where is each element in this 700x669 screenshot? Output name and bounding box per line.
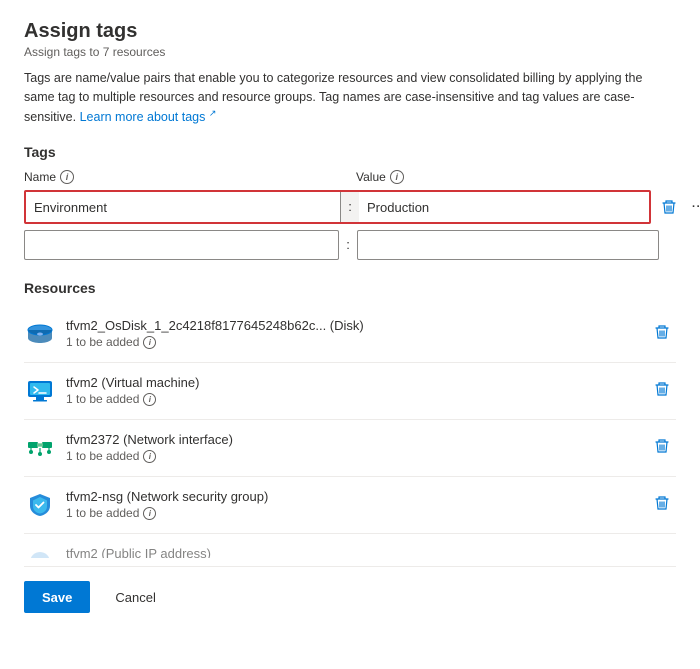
tag-row-1-actions: ··· [655,193,700,221]
resource-status-nic: 1 to be added i [66,449,648,463]
page-subtitle: Assign tags to 7 resources [24,45,676,59]
tags-column-headers: Name i Value i [24,170,676,184]
empty-tag-wrapper: : [24,230,659,260]
resource-info-icon-nsg[interactable]: i [143,507,156,520]
resource-status-vm: 1 to be added i [66,392,648,406]
resource-item-disk: tfvm2_OsDisk_1_2c4218f8177645248b62c... … [24,306,676,363]
resource-info-icon-disk[interactable]: i [143,336,156,349]
active-tag-wrapper: : [24,190,651,224]
colon-separator-2: : [339,230,357,260]
vm-resource-icon [24,375,56,407]
vm-icon-svg [26,377,54,405]
tag-name-input-1[interactable] [26,192,341,222]
tag-delete-button-1[interactable] [655,193,683,221]
colon-separator-1: : [341,192,359,222]
nic-resource-icon [24,432,56,464]
tag-row-2: : [24,230,676,260]
trash-icon-nsg [655,495,669,511]
resource-info-icon-vm[interactable]: i [143,393,156,406]
value-info-icon[interactable]: i [390,170,404,184]
tag-more-button-1[interactable]: ··· [685,193,700,221]
resource-delete-button-nic[interactable] [648,432,676,460]
tags-section-title: Tags [24,144,676,160]
trash-icon-1 [662,199,676,215]
name-column-header: Name i [24,170,344,184]
resource-name-disk: tfvm2_OsDisk_1_2c4218f8177645248b62c... … [66,318,648,333]
resource-name-nic: tfvm2372 (Network interface) [66,432,648,447]
pip-resource-icon [24,546,56,558]
value-column-header: Value i [356,170,404,184]
tag-value-input-2[interactable] [357,230,659,260]
disk-resource-icon [24,318,56,350]
resources-section-title: Resources [24,280,676,296]
tag-row-1: : ··· [24,190,676,224]
nsg-resource-icon [24,489,56,521]
resource-info-nsg: tfvm2-nsg (Network security group) 1 to … [66,489,648,520]
resource-name-vm: tfvm2 (Virtual machine) [66,375,648,390]
tag-name-input-2[interactable] [24,230,339,260]
resource-delete-disk [648,318,676,346]
resource-info-nic: tfvm2372 (Network interface) 1 to be add… [66,432,648,463]
footer: Save Cancel [24,566,676,613]
trash-icon-nic [655,438,669,454]
resource-item-nic: tfvm2372 (Network interface) 1 to be add… [24,420,676,477]
resource-item-vm: tfvm2 (Virtual machine) 1 to be added i [24,363,676,420]
resource-delete-nic [648,432,676,460]
resource-name-pip: tfvm2 (Public IP address) [66,546,676,558]
nic-icon-svg [26,434,54,462]
resource-delete-button-nsg[interactable] [648,489,676,517]
save-button[interactable]: Save [24,581,90,613]
resource-status-disk: 1 to be added i [66,335,648,349]
resource-delete-button-vm[interactable] [648,375,676,403]
tags-section: Tags Name i Value i : [24,144,676,260]
learn-more-link[interactable]: Learn more about tags ↗ [80,110,217,124]
resource-info-vm: tfvm2 (Virtual machine) 1 to be added i [66,375,648,406]
cancel-button[interactable]: Cancel [98,581,172,613]
page-title: Assign tags [24,20,676,43]
disk-icon-svg [26,320,54,348]
resources-section: Resources tfvm2_OsDisk_1_2c4218f81776452… [24,280,676,558]
resource-info-icon-nic[interactable]: i [143,450,156,463]
resource-item-nsg: tfvm2-nsg (Network security group) 1 to … [24,477,676,534]
resource-delete-nsg [648,489,676,517]
resource-info-disk: tfvm2_OsDisk_1_2c4218f8177645248b62c... … [66,318,648,349]
nsg-icon-svg [26,491,54,519]
resource-delete-vm [648,375,676,403]
name-info-icon[interactable]: i [60,170,74,184]
page-description: Tags are name/value pairs that enable yo… [24,69,676,126]
resource-item-pip: tfvm2 (Public IP address) [24,534,676,558]
resource-delete-button-disk[interactable] [648,318,676,346]
resource-status-nsg: 1 to be added i [66,506,648,520]
trash-icon-vm [655,381,669,397]
resource-info-pip: tfvm2 (Public IP address) [66,546,676,558]
trash-icon-disk [655,324,669,340]
resource-name-nsg: tfvm2-nsg (Network security group) [66,489,648,504]
pip-icon-svg [26,548,54,558]
page-container: Assign tags Assign tags to 7 resources T… [0,0,700,629]
tag-value-input-1[interactable] [359,192,649,222]
